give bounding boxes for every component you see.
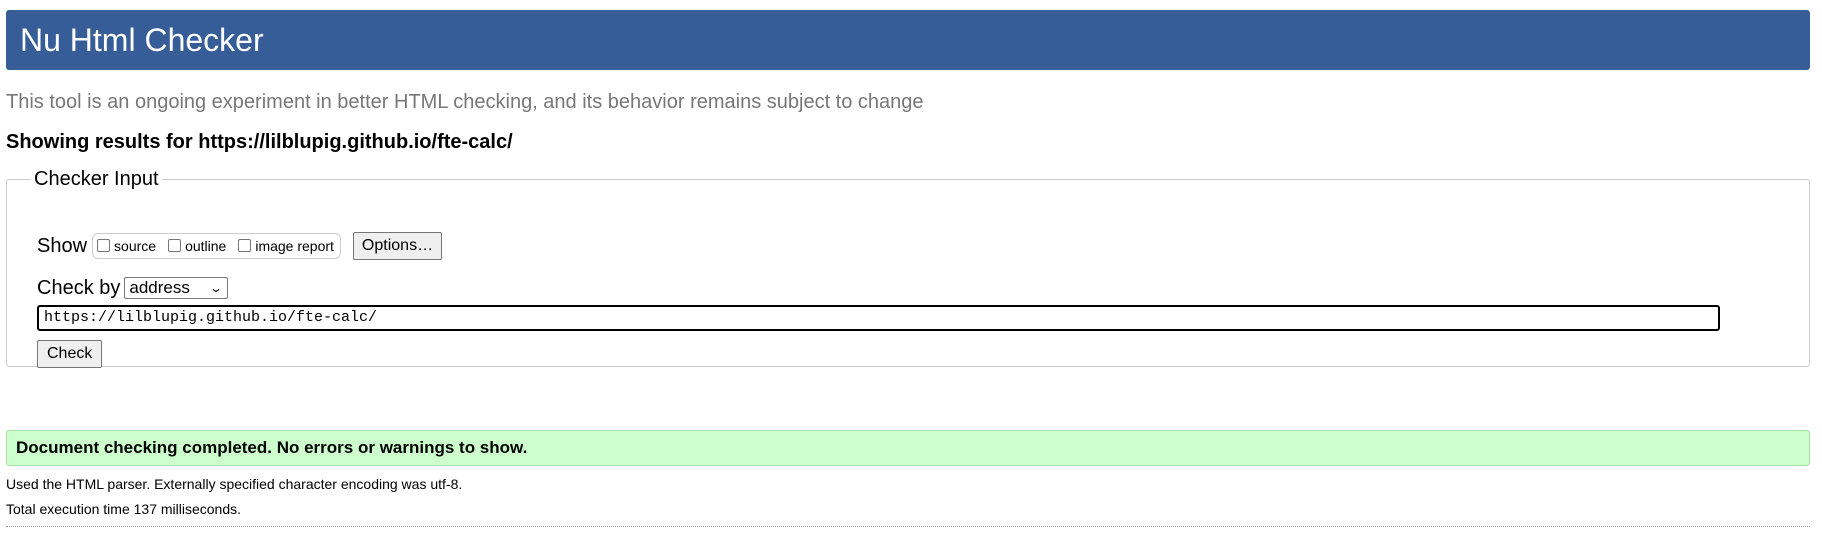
image-report-checkbox-label: image report	[255, 238, 334, 254]
check-button[interactable]: Check	[37, 340, 103, 368]
check-by-row: Check by address ⌄	[37, 275, 229, 301]
outline-checkbox[interactable]	[168, 238, 182, 252]
show-options-group: source outline image report	[92, 233, 341, 259]
show-source-option[interactable]: source	[97, 238, 156, 254]
page-title: Nu Html Checker	[6, 10, 1810, 70]
check-by-label: Check by	[37, 276, 121, 299]
results-heading: Showing results for https://lilblupig.gi…	[6, 131, 513, 154]
checker-input-legend: Checker Input	[34, 168, 159, 190]
page: Nu Html Checker This tool is an ongoing …	[0, 0, 1822, 549]
source-checkbox-label: source	[114, 238, 157, 254]
show-row: Show source outline image report Options…	[37, 231, 443, 261]
outline-checkbox-label: outline	[185, 238, 227, 254]
experiment-notice: This tool is an ongoing experiment in be…	[6, 91, 924, 113]
source-checkbox[interactable]	[97, 238, 111, 252]
image-report-checkbox[interactable]	[238, 238, 252, 252]
parser-info: Used the HTML parser. Externally specifi…	[6, 476, 463, 492]
options-button[interactable]: Options…	[352, 232, 443, 260]
success-message: Document checking completed. No errors o…	[6, 430, 1810, 466]
check-by-select[interactable]: address ⌄	[124, 277, 229, 299]
url-input[interactable]: https://lilblupig.github.io/fte-calc/	[37, 305, 1720, 331]
divider	[6, 526, 1810, 527]
results-prefix: Showing results for	[6, 131, 199, 153]
chevron-down-icon: ⌄	[209, 281, 224, 295]
show-image-report-option[interactable]: image report	[238, 238, 334, 254]
show-label: Show	[37, 234, 88, 257]
check-by-selected-value: address	[129, 278, 190, 297]
execution-time: Total execution time 137 milliseconds.	[6, 501, 242, 517]
results-url: https://lilblupig.github.io/fte-calc/	[198, 131, 513, 153]
checker-input-fieldset: Checker Input Show source outline image …	[6, 168, 1810, 368]
show-outline-option[interactable]: outline	[168, 238, 226, 254]
